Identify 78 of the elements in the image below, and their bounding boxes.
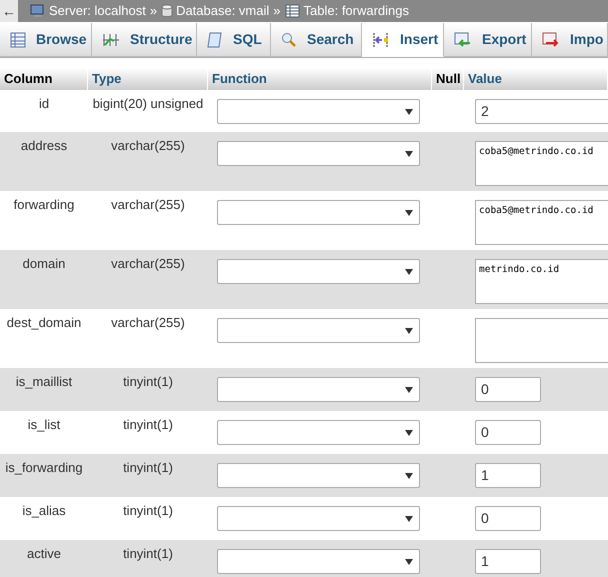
breadcrumb-link[interactable]: Server: localhost (49, 1, 146, 21)
structure-icon (102, 32, 120, 48)
column-header: Null (432, 68, 464, 90)
column-name: dest_domain (6, 314, 82, 332)
column-name: is_alias (22, 502, 66, 520)
column-type: tinyint(1) (123, 459, 173, 477)
column-name: id (38, 95, 50, 113)
column-type: varchar(255) (111, 196, 185, 214)
tab[interactable]: Structure (92, 23, 197, 57)
column-header: Function (208, 68, 432, 90)
import-icon (542, 32, 560, 48)
caret-icon (405, 108, 413, 114)
value-field[interactable]: metrindo.co.id (475, 259, 608, 304)
caret-icon (405, 516, 413, 522)
value-field[interactable]: 1 (475, 463, 541, 488)
breadcrumb-link[interactable]: Database: vmail (176, 1, 270, 21)
tab[interactable]: SQL (197, 23, 271, 57)
tab[interactable]: Browse (0, 23, 92, 57)
column-name: active (27, 545, 61, 563)
tab[interactable]: Export (444, 23, 532, 57)
back-button[interactable]: ← (0, 0, 18, 22)
function-dropdown[interactable] (217, 463, 420, 488)
column-name: is_list (28, 416, 60, 434)
function-dropdown[interactable] (217, 99, 420, 124)
function-dropdown[interactable] (217, 141, 420, 166)
caret-icon (405, 386, 413, 392)
breadcrumb-link[interactable]: Table: forwardings (304, 1, 410, 21)
column-type: tinyint(1) (123, 545, 173, 563)
tab[interactable]: Insert (362, 23, 444, 57)
column-type: bigint(20) unsigned (92, 95, 204, 113)
scroll-icon (207, 30, 223, 48)
caret-icon (405, 472, 413, 478)
column-type: tinyint(1) (123, 373, 173, 391)
column-name: domain (22, 255, 66, 273)
value-field[interactable]: 2 (475, 99, 608, 124)
function-dropdown[interactable] (217, 200, 420, 225)
value-field[interactable]: 0 (475, 377, 541, 402)
column-name: is_forwarding (5, 459, 83, 477)
function-dropdown[interactable] (217, 506, 420, 531)
caret-icon (405, 328, 413, 334)
caret-icon (405, 430, 413, 436)
value-field[interactable]: 1 (475, 549, 541, 574)
caret-icon (405, 210, 413, 216)
breadcrumb-separator: » (273, 2, 281, 20)
insert-icon (372, 32, 390, 48)
value-field[interactable]: coba5@metrindo.co.id (475, 200, 608, 245)
function-dropdown[interactable] (217, 259, 420, 284)
function-dropdown[interactable] (217, 318, 420, 343)
function-dropdown[interactable] (217, 549, 420, 574)
server-icon (30, 4, 46, 18)
caret-icon (405, 558, 413, 564)
column-name: forwarding (14, 196, 74, 214)
export-icon (454, 32, 472, 48)
column-name: is_maillist (16, 373, 72, 391)
value-field[interactable] (475, 318, 608, 363)
value-field[interactable]: 0 (475, 506, 541, 531)
function-dropdown[interactable] (217, 420, 420, 445)
table-icon (10, 32, 26, 48)
column-type: tinyint(1) (123, 416, 173, 434)
value-field[interactable]: 0 (475, 420, 541, 445)
tab[interactable]: Search (271, 23, 362, 57)
column-header: Type (88, 68, 208, 90)
column-header: Column (0, 68, 88, 90)
column-name: address (20, 137, 68, 155)
column-type: tinyint(1) (123, 502, 173, 520)
search-icon (281, 32, 297, 48)
table-icon (284, 4, 301, 18)
value-field[interactable]: coba5@metrindo.co.id (475, 141, 608, 186)
breadcrumb-separator: » (150, 2, 158, 20)
caret-icon (405, 268, 413, 274)
function-dropdown[interactable] (217, 377, 420, 402)
column-header: Value (464, 68, 608, 90)
column-type: varchar(255) (111, 137, 185, 155)
caret-icon (405, 150, 413, 156)
column-type: varchar(255) (111, 314, 185, 332)
tab[interactable]: Impo (532, 23, 608, 57)
column-type: varchar(255) (111, 255, 185, 273)
database-icon (161, 4, 174, 18)
